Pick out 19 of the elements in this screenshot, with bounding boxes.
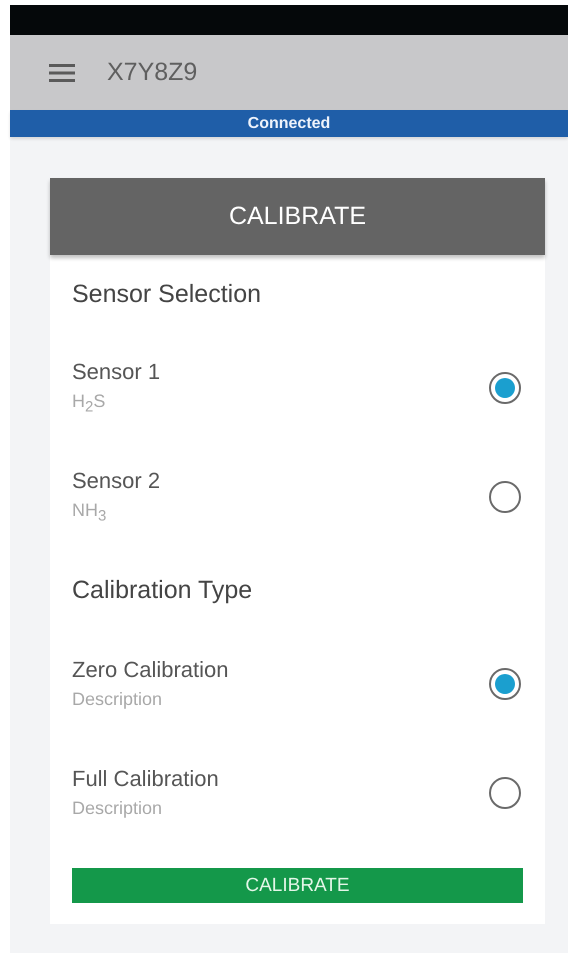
option-label: Sensor 2 bbox=[72, 468, 160, 494]
section-title: Calibration Type bbox=[72, 574, 254, 606]
option-description: NH$_{3}$ bbox=[72, 500, 106, 525]
option-description: H$_{2}$S bbox=[72, 391, 106, 416]
option-label: Full Calibration bbox=[72, 766, 219, 792]
option-label: Zero Calibration bbox=[72, 657, 229, 683]
calibrate-button[interactable]: CALIBRATE bbox=[72, 868, 523, 903]
card-header: CALIBRATE bbox=[50, 178, 545, 255]
option-description: Description bbox=[72, 689, 162, 710]
menu-icon[interactable] bbox=[49, 64, 75, 82]
option-label: Sensor 1 bbox=[72, 359, 160, 386]
radio-button[interactable] bbox=[489, 668, 521, 700]
radio-button[interactable] bbox=[489, 776, 521, 808]
radio-button[interactable] bbox=[489, 480, 521, 512]
option-description: Description bbox=[72, 798, 162, 819]
radio-button[interactable] bbox=[489, 372, 521, 404]
connection-status: Connected bbox=[10, 110, 568, 137]
app-title: X7Y8Z9 bbox=[107, 58, 198, 87]
section-title: Sensor Selection bbox=[72, 278, 262, 310]
